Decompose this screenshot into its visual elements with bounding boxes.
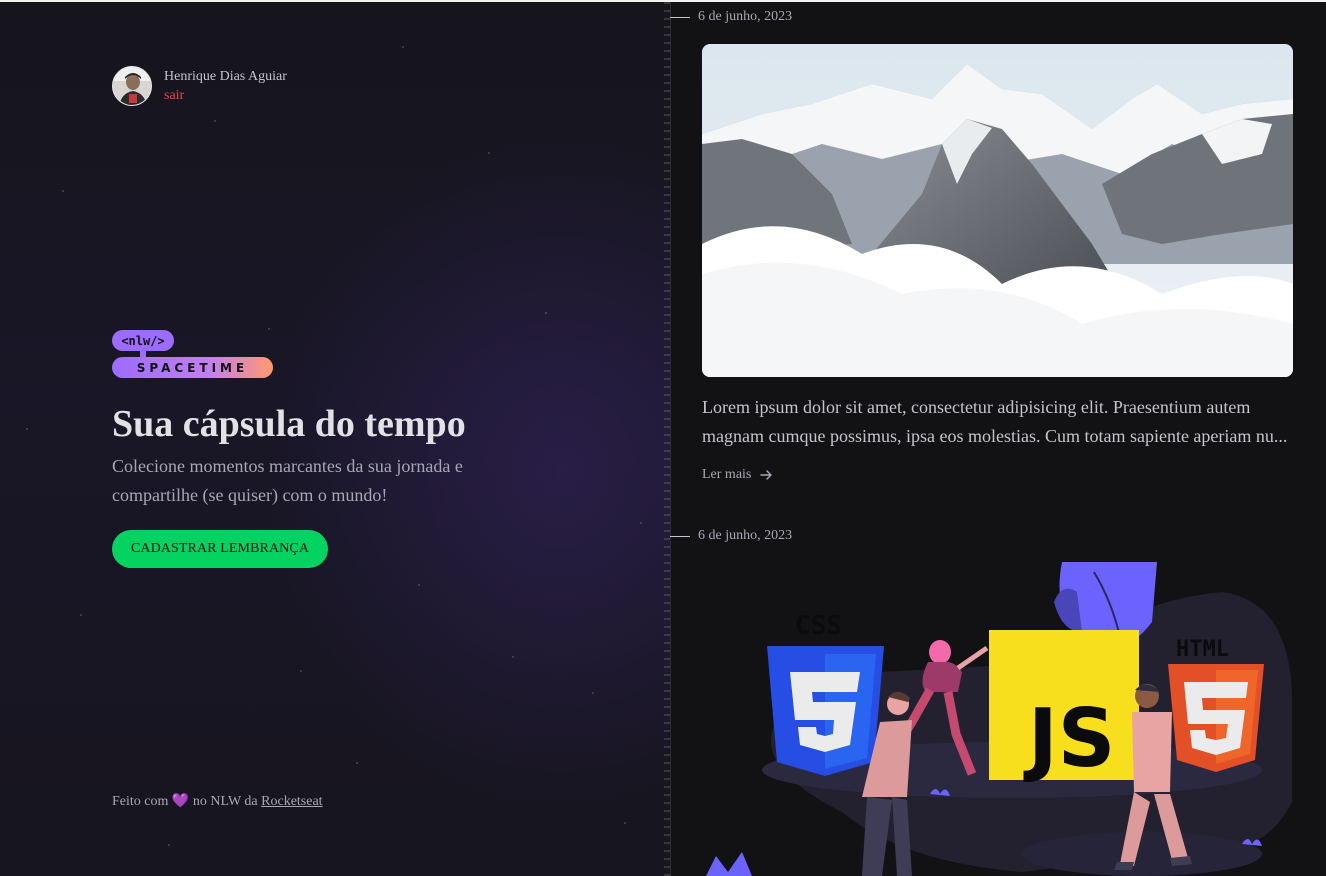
footer: Feito com 💜 no NLW da Rocketseat: [112, 793, 323, 810]
arrow-right-icon: [760, 470, 773, 480]
footer-prefix: Feito com: [112, 794, 169, 809]
footer-middle: no NLW da: [192, 794, 258, 809]
user-name: Henrique Dias Aguiar: [164, 69, 287, 84]
logo-wordmark: SPACETIME: [137, 361, 248, 375]
user-profile[interactable]: Henrique Dias Aguiar sair: [112, 66, 287, 106]
timeline-tick: [670, 535, 690, 537]
html-label: HTML: [1176, 637, 1229, 662]
nlw-spacetime-logo: <nlw/> SPACETIME: [112, 330, 274, 378]
page-title: Sua cápsula do tempo: [112, 403, 466, 445]
read-more-link[interactable]: Ler mais: [702, 467, 773, 483]
memory-date-label: 6 de junho, 2023: [698, 9, 793, 24]
memory-date: 6 de junho, 2023: [670, 528, 792, 544]
memory-date-label: 6 de junho, 2023: [698, 528, 793, 543]
create-memory-button[interactable]: CADASTRAR LEMBRANÇA: [112, 530, 328, 568]
logo-badge-text: <nlw/>: [121, 334, 164, 348]
panel-divider: [670, 2, 671, 876]
rocketseat-link[interactable]: Rocketseat: [261, 794, 322, 809]
page-subtitle: Colecione momentos marcantes da sua jorn…: [112, 456, 463, 505]
heart-icon: 💜: [171, 794, 190, 809]
avatar: [112, 66, 152, 106]
js-label: JS: [1023, 692, 1115, 785]
logout-link[interactable]: sair: [164, 86, 287, 105]
read-more-label: Ler mais: [702, 467, 752, 482]
css-label: CSS: [795, 611, 842, 641]
memory-cover-image: [702, 44, 1293, 377]
memory-illustration: CSS JS HTML: [702, 562, 1326, 876]
memory-date: 6 de junho, 2023: [670, 9, 792, 25]
memory-excerpt: Lorem ipsum dolor sit amet, consectetur …: [702, 397, 1288, 446]
timeline-tick: [670, 16, 690, 18]
